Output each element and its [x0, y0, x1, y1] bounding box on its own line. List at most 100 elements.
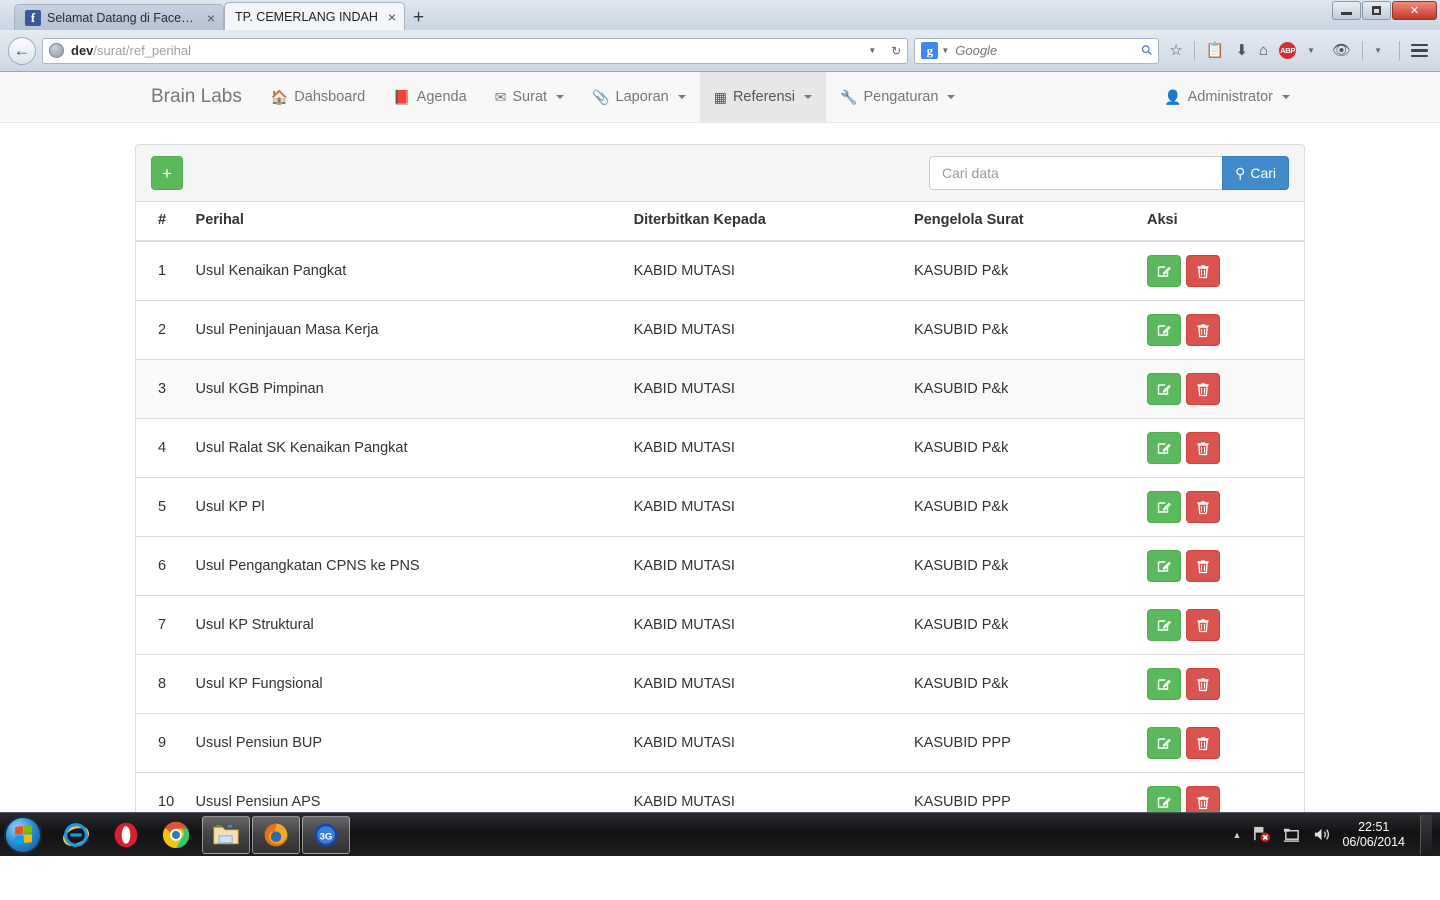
cell-perihal: Ususl Pensiun BUP	[187, 713, 626, 773]
cell-pengelola: KASUBID P&k	[906, 418, 1140, 478]
menu-icon[interactable]	[1411, 43, 1428, 58]
brand-logo[interactable]: Brain Labs	[136, 72, 257, 122]
cell-pengelola: KASUBID P&k	[906, 477, 1140, 537]
cell-pengelola: KASUBID P&k	[906, 595, 1140, 655]
delete-button[interactable]	[1186, 727, 1221, 759]
taskbar-opera[interactable]	[102, 816, 150, 854]
browser-tab-cemerlang[interactable]: TP. CEMERLANG INDAH ×	[224, 2, 406, 30]
nav-item-surat[interactable]: ✉ Surat	[481, 72, 578, 122]
delete-button[interactable]	[1186, 609, 1221, 641]
delete-button[interactable]	[1186, 432, 1221, 464]
address-bar[interactable]: dev/surat/ref_perihal ▼ ↻	[42, 37, 909, 64]
delete-button[interactable]	[1186, 491, 1221, 523]
delete-button[interactable]	[1186, 255, 1221, 287]
nav-item-pengaturan[interactable]: 🔧 Pengaturan	[826, 72, 969, 122]
addon-icon[interactable]: 👁	[1332, 43, 1351, 58]
edit-button[interactable]	[1147, 668, 1182, 700]
close-icon[interactable]: ×	[388, 10, 396, 24]
close-window-button[interactable]: ✕	[1392, 1, 1437, 20]
edit-button[interactable]	[1147, 491, 1182, 523]
nav-item-label: Dahsboard	[294, 89, 366, 105]
table-row: 2 Usul Peninjauan Masa Kerja KABID MUTASI K…	[136, 300, 1304, 360]
nav-item-agenda[interactable]: 📕 Agenda	[379, 72, 480, 122]
taskbar-3g-modem[interactable]: 3G	[302, 815, 350, 854]
search-button[interactable]: ⚲ Cari	[1222, 156, 1289, 190]
delete-button[interactable]	[1186, 314, 1221, 346]
search-input[interactable]	[929, 156, 1223, 190]
chevron-down-icon[interactable]: ▼	[1307, 46, 1315, 55]
row-actions	[1147, 550, 1296, 582]
cell-aksi	[1139, 536, 1304, 596]
show-hidden-icons-button[interactable]: ▲	[1233, 830, 1242, 840]
adblock-icon[interactable]: ABP	[1279, 42, 1297, 59]
url-text: dev/surat/ref_perihal	[71, 43, 868, 58]
add-button[interactable]: +	[151, 156, 183, 190]
url-path: /surat/ref_perihal	[93, 43, 191, 58]
nav-item-laporan[interactable]: 📎 Laporan	[578, 72, 700, 122]
nav-item-user-menu[interactable]: 👤 Administrator	[1150, 72, 1304, 122]
chevron-down-icon	[677, 95, 686, 99]
chevron-down-icon[interactable]: ▼	[941, 46, 949, 55]
edit-button[interactable]	[1147, 373, 1182, 405]
edit-button[interactable]	[1147, 432, 1182, 464]
edit-button[interactable]	[1147, 609, 1182, 641]
table-body: 1 Usul Kenaikan Pangkat KABID MUTASI KASUBI…	[136, 240, 1304, 831]
reload-icon[interactable]: ↻	[891, 44, 901, 58]
taskbar-chrome[interactable]	[152, 816, 200, 854]
edit-icon	[1157, 383, 1171, 395]
reading-list-icon[interactable]: 📋	[1206, 43, 1225, 58]
windows-taskbar: 3G ▲ 22:51 06/06/2014	[0, 812, 1440, 856]
browser-search-bar[interactable]: g ▼ Google ⚲	[914, 37, 1160, 64]
chrome-icon	[162, 821, 190, 848]
tab-title: Selamat Datang di Facebo...	[47, 10, 197, 25]
taskbar-firefox[interactable]	[252, 815, 300, 854]
new-tab-button[interactable]: +	[413, 8, 424, 27]
edit-button[interactable]	[1147, 550, 1182, 582]
cell-diterbitkan: KABID MUTASI	[625, 536, 907, 596]
column-header-diterbitkan: Diterbitkan Kepada	[625, 202, 907, 242]
taskbar-clock[interactable]: 22:51 06/06/2014	[1342, 820, 1405, 850]
bookmark-star-icon[interactable]: ☆	[1169, 43, 1182, 58]
chevron-down-icon	[947, 95, 956, 99]
show-desktop-button[interactable]	[1420, 814, 1432, 855]
delete-button[interactable]	[1186, 668, 1221, 700]
chevron-down-icon[interactable]: ▼	[868, 46, 876, 55]
delete-button[interactable]	[1186, 373, 1221, 405]
browser-window: f Selamat Datang di Facebo... × TP. CEME…	[0, 0, 1440, 856]
edit-icon	[1157, 324, 1171, 336]
trash-icon	[1197, 736, 1209, 750]
action-center-icon[interactable]	[1282, 826, 1301, 843]
table-row: 7 Usul KP Struktural KABID MUTASI KASUBID P…	[136, 595, 1304, 655]
nav-item-label: Agenda	[416, 89, 467, 105]
back-button[interactable]: ←	[8, 36, 36, 65]
nav-item-dahsboard[interactable]: 🏠 Dahsboard	[257, 72, 379, 122]
url-bar-actions: ▼ ↻	[868, 44, 901, 58]
volume-icon[interactable]	[1312, 826, 1331, 843]
browser-tab-facebook[interactable]: f Selamat Datang di Facebo... ×	[14, 4, 224, 30]
cell-perihal: Usul Kenaikan Pangkat	[187, 240, 626, 301]
network-error-icon[interactable]	[1252, 826, 1271, 843]
edit-button[interactable]	[1147, 314, 1182, 346]
minimize-button[interactable]	[1332, 1, 1361, 20]
delete-button[interactable]	[1186, 550, 1221, 582]
trash-icon	[1197, 382, 1209, 396]
close-icon[interactable]: ×	[207, 11, 215, 25]
chevron-down-icon[interactable]: ▼	[1374, 46, 1382, 55]
home-icon[interactable]: ⌂	[1259, 43, 1268, 58]
taskbar-file-explorer[interactable]	[202, 815, 250, 854]
edit-button[interactable]	[1147, 255, 1182, 287]
maximize-button[interactable]	[1362, 1, 1391, 20]
start-button[interactable]	[4, 815, 42, 854]
edit-button[interactable]	[1147, 727, 1182, 759]
taskbar-internet-explorer[interactable]	[52, 816, 100, 854]
cell-aksi	[1139, 477, 1304, 537]
home-icon: 🏠	[270, 89, 289, 105]
cell-diterbitkan: KABID MUTASI	[625, 654, 907, 714]
nav-item-referensi[interactable]: ▦ Referensi	[699, 72, 827, 122]
cell-diterbitkan: KABID MUTASI	[625, 240, 907, 301]
trash-icon	[1197, 323, 1209, 337]
trash-icon	[1197, 264, 1209, 278]
cell-diterbitkan: KABID MUTASI	[625, 595, 907, 655]
downloads-icon[interactable]: ⬇	[1235, 43, 1248, 58]
